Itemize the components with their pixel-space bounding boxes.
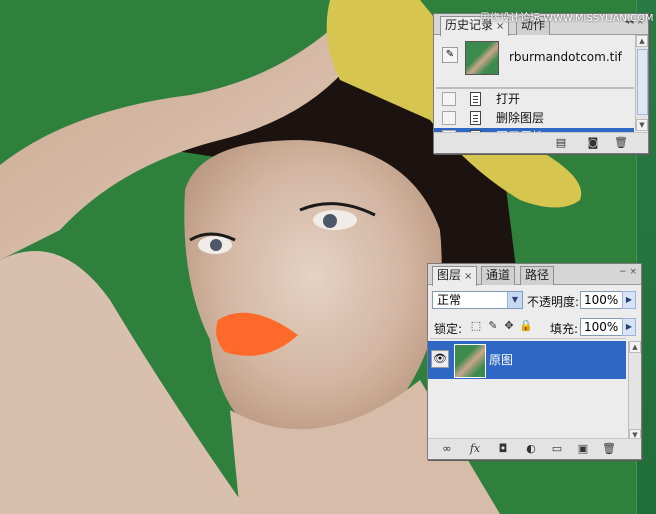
snapshot-brush-icon[interactable]: ✎ [442, 47, 458, 63]
panel-minimize-close-icon[interactable]: − × [619, 267, 637, 277]
scroll-up-icon[interactable]: ▲ [629, 341, 641, 353]
delete-state-icon[interactable]: 🗑 [614, 136, 628, 149]
lock-label: 锁定: [434, 322, 463, 336]
snapshot-name: rburmandotcom.tif [509, 50, 622, 64]
new-layer-icon[interactable]: ▣ [576, 442, 590, 455]
blend-mode-select[interactable]: 正常 ▼ [432, 291, 523, 309]
history-item-label: 删除图层 [496, 111, 545, 125]
opacity-label: 不透明度: [527, 295, 580, 309]
fill-slider-arrow-icon[interactable]: ▶ [622, 318, 636, 336]
blend-mode-value: 正常 [437, 293, 462, 307]
snapshot-thumbnail [465, 41, 499, 75]
layer-style-fx-icon[interactable]: fx [468, 442, 482, 455]
scroll-up-icon[interactable]: ▲ [636, 35, 648, 47]
history-brush-source-box[interactable] [442, 111, 456, 125]
layer-row-original[interactable]: 👁 原图 [428, 341, 626, 379]
fill-input[interactable]: 100% [580, 318, 623, 336]
opacity-input[interactable]: 100% [580, 291, 623, 309]
create-snapshot-icon[interactable]: ◙ [586, 136, 600, 149]
layer-thumbnail [454, 344, 486, 378]
new-document-from-state-icon[interactable]: ▤ [554, 136, 568, 149]
snapshot-divider [436, 87, 634, 89]
lock-all-icon[interactable]: 🔒 [519, 320, 533, 332]
history-state-icon [470, 92, 481, 106]
tab-channels-label: 通道 [486, 268, 511, 282]
history-scrollbar[interactable]: ▲ ▼ [635, 35, 648, 131]
chevron-down-icon[interactable]: ▼ [507, 292, 522, 308]
layers-divider [430, 338, 626, 339]
scroll-thumb[interactable] [637, 49, 648, 115]
new-group-icon[interactable]: ▭ [550, 442, 564, 455]
adjustment-layer-icon[interactable]: ◐ [524, 442, 538, 455]
history-state-icon [470, 111, 481, 125]
lock-transparent-icon[interactable]: ⬚ [470, 320, 482, 332]
tab-layers-label: 图层 [437, 268, 462, 282]
delete-layer-icon[interactable]: 🗑 [602, 442, 616, 455]
layer-name: 原图 [489, 353, 514, 367]
tab-channels[interactable]: 通道 [481, 266, 516, 285]
fill-label: 填充: [550, 322, 579, 336]
watermark-text: 思缘设计论坛 WWW.MISSYUAN.COM [480, 13, 654, 24]
tab-paths[interactable]: 路径 [520, 266, 555, 285]
scroll-down-icon[interactable]: ▼ [636, 119, 648, 131]
opacity-slider-arrow-icon[interactable]: ▶ [622, 291, 636, 309]
history-footer: ▤ ◙ 🗑 [434, 132, 648, 153]
layers-panel: 图层 × 通道 路径 − × 正常 ▼ 不透明度: 100% ▶ 锁定: ⬚ ✎ … [427, 263, 642, 460]
history-brush-source-box[interactable] [442, 92, 456, 106]
history-item-delete-layer[interactable]: 删除图层 [434, 109, 634, 128]
layers-tab-bar: 图层 × 通道 路径 − × [428, 264, 641, 286]
history-item-label: 打开 [496, 92, 521, 106]
lock-image-brush-icon[interactable]: ✎ [487, 320, 499, 332]
close-icon[interactable]: × [464, 271, 472, 282]
layers-footer: ∞ fx ◘ ◐ ▭ ▣ 🗑 [428, 438, 641, 459]
layers-scrollbar[interactable]: ▲ ▼ [628, 341, 641, 441]
history-panel: 历史记录 × 动作 ◂◂ × ✎ rburmandotcom.tif 打开 删除图… [433, 13, 649, 154]
eye-visibility-icon[interactable]: 👁 [431, 350, 449, 368]
history-snapshot[interactable]: ✎ rburmandotcom.tif [434, 36, 634, 86]
add-mask-icon[interactable]: ◘ [496, 442, 510, 455]
tab-paths-label: 路径 [525, 268, 550, 282]
history-item-open[interactable]: 打开 [434, 90, 634, 109]
tab-layers[interactable]: 图层 × [432, 266, 478, 286]
lock-position-move-icon[interactable]: ✥ [503, 320, 515, 332]
link-layers-icon[interactable]: ∞ [440, 442, 454, 455]
